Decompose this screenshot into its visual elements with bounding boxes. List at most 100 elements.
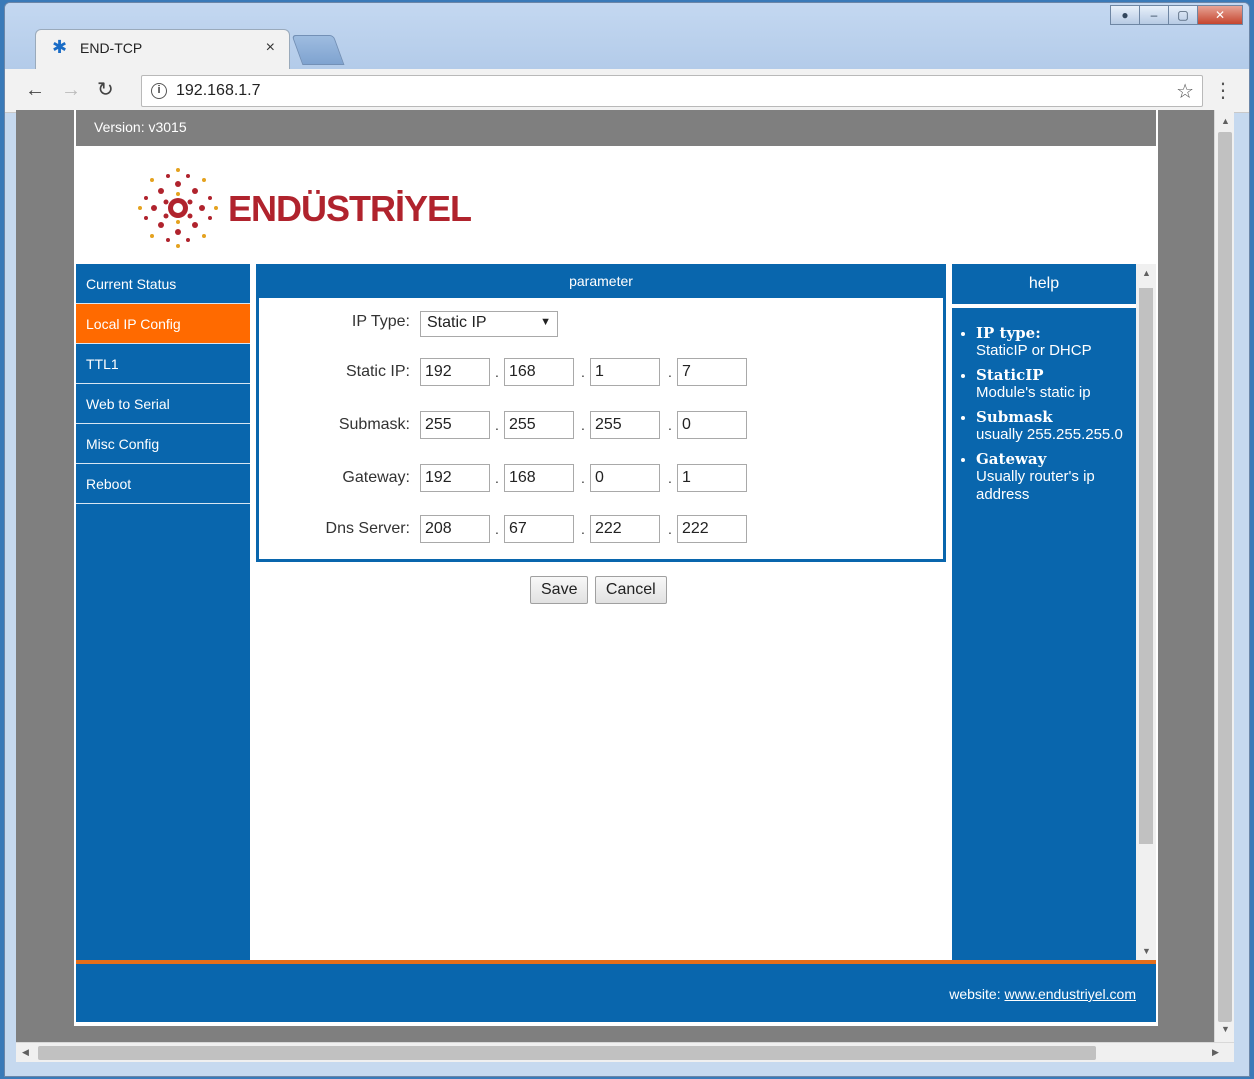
octet-separator: . (581, 470, 585, 486)
octet-separator: . (495, 417, 499, 433)
sidebar-item-web-to-serial[interactable]: Web to Serial (76, 384, 250, 424)
sidebar-item-reboot[interactable]: Reboot (76, 464, 250, 504)
help-item-static-ip: StaticIP Module's static ip (976, 366, 1128, 402)
help-item-text: StaticIP or DHCP (976, 342, 1092, 359)
submask-octet-4[interactable] (677, 411, 747, 439)
octet-separator: . (495, 470, 499, 486)
help-list: IP type: StaticIP or DHCP StaticIP Modul… (958, 324, 1128, 504)
user-profile-icon[interactable]: ● (1110, 5, 1140, 25)
reload-icon[interactable]: ↻ (97, 78, 114, 102)
submask-row: Submask: . . . (259, 411, 943, 439)
static-ip-octet-2[interactable] (504, 358, 574, 386)
browser-toolbar: ← → ↻ i 192.168.1.7 ☆ ⋮ (5, 69, 1249, 113)
sidebar-nav: Current Status Local IP Config TTL1 Web … (76, 264, 250, 960)
help-item-title: Gateway (976, 450, 1047, 468)
submask-octet-2[interactable] (504, 411, 574, 439)
gateway-octet-1[interactable] (420, 464, 490, 492)
gateway-row: Gateway: . . . (259, 464, 943, 492)
octet-separator: . (495, 364, 499, 380)
form-buttons: Save Cancel (530, 576, 669, 604)
close-tab-icon[interactable]: × (266, 39, 275, 57)
gateway-label: Gateway: (342, 469, 410, 486)
window-controls: ● – ▢ ✕ (1110, 5, 1243, 27)
ip-type-select[interactable]: Static IP ▼ (420, 311, 558, 337)
cancel-button[interactable]: Cancel (594, 576, 667, 604)
dns-octet-1[interactable] (420, 515, 490, 543)
tab-title: END-TCP (80, 40, 143, 56)
octet-separator: . (581, 364, 585, 380)
close-window-icon[interactable]: ✕ (1197, 5, 1243, 25)
person-icon: ✱ (52, 37, 68, 57)
sidebar-item-ttl1[interactable]: TTL1 (76, 344, 250, 384)
ip-type-row: IP Type: Static IP ▼ (259, 308, 943, 337)
scroll-right-icon[interactable]: ▶ (1212, 1047, 1219, 1058)
octet-separator: . (581, 417, 585, 433)
sidebar-item-local-ip-config[interactable]: Local IP Config (76, 304, 250, 344)
bookmark-star-icon[interactable]: ☆ (1176, 79, 1194, 104)
browser-tab[interactable]: ✱ END-TCP × (35, 29, 290, 69)
sidebar-item-misc-config[interactable]: Misc Config (76, 424, 250, 464)
submask-label: Submask: (338, 416, 410, 433)
help-item-text: usually 255.255.255.0 (976, 426, 1123, 443)
help-item-text: Usually router's ip address (976, 468, 1095, 503)
page-hscroll-thumb[interactable] (38, 1046, 1096, 1060)
logo-dots-icon (138, 168, 218, 248)
forward-icon[interactable]: → (61, 78, 81, 102)
scroll-down-icon[interactable]: ▼ (1142, 946, 1151, 956)
octet-separator: . (668, 521, 672, 537)
page-vertical-scrollbar[interactable]: ▲ ▼ (1214, 110, 1234, 1042)
scroll-down-icon[interactable]: ▼ (1221, 1024, 1230, 1034)
url-text: 192.168.1.7 (176, 82, 261, 99)
help-item-gateway: Gateway Usually router's ip address (976, 450, 1128, 504)
scroll-up-icon[interactable]: ▲ (1142, 268, 1151, 278)
help-scrollbar[interactable]: ▲ ▼ (1136, 264, 1156, 960)
footer-label: website: (949, 986, 1001, 1002)
save-button[interactable]: Save (530, 576, 589, 604)
static-ip-octet-1[interactable] (420, 358, 490, 386)
gateway-octet-2[interactable] (504, 464, 574, 492)
submask-octet-1[interactable] (420, 411, 490, 439)
octet-separator: . (581, 521, 585, 537)
dns-octet-3[interactable] (590, 515, 660, 543)
help-item-title: StaticIP (976, 366, 1044, 384)
dns-server-row: Dns Server: . . . (259, 515, 943, 543)
menu-icon[interactable]: ⋮ (1213, 78, 1233, 103)
dns-server-label: Dns Server: (325, 520, 410, 537)
help-item-ip-type: IP type: StaticIP or DHCP (976, 324, 1128, 360)
ip-type-value: Static IP (427, 314, 487, 331)
parameter-panel: IP Type: Static IP ▼ Static IP: . . . Su… (256, 298, 946, 562)
minimize-icon[interactable]: – (1139, 5, 1169, 25)
scroll-left-icon[interactable]: ◀ (22, 1047, 29, 1058)
page-horizontal-scrollbar[interactable]: ◀ ▶ (16, 1042, 1234, 1062)
octet-separator: . (668, 470, 672, 486)
new-tab-button[interactable] (291, 35, 345, 65)
page-viewport: Version: v3015 ENDÜSTRİYEL Current Statu… (16, 110, 1230, 1042)
octet-separator: . (668, 364, 672, 380)
title-bar: ✱ END-TCP × ● – ▢ ✕ (5, 3, 1249, 69)
scroll-up-icon[interactable]: ▲ (1221, 116, 1230, 126)
footer: website: www.endustriyel.com (76, 964, 1156, 1022)
dns-octet-4[interactable] (677, 515, 747, 543)
sidebar-item-current-status[interactable]: Current Status (76, 264, 250, 304)
maximize-icon[interactable]: ▢ (1168, 5, 1198, 25)
info-icon[interactable]: i (151, 83, 167, 99)
static-ip-octet-3[interactable] (590, 358, 660, 386)
company-logo: ENDÜSTRİYEL (138, 166, 478, 250)
back-icon[interactable]: ← (25, 78, 45, 102)
octet-separator: . (668, 417, 672, 433)
address-bar[interactable]: i 192.168.1.7 ☆ (141, 75, 1203, 107)
octet-separator: . (495, 521, 499, 537)
static-ip-label: Static IP: (345, 363, 410, 380)
dns-octet-2[interactable] (504, 515, 574, 543)
static-ip-octet-4[interactable] (677, 358, 747, 386)
gateway-octet-3[interactable] (590, 464, 660, 492)
page-scroll-thumb[interactable] (1218, 132, 1232, 1022)
submask-octet-3[interactable] (590, 411, 660, 439)
dropdown-caret-icon: ▼ (540, 316, 551, 328)
gateway-octet-4[interactable] (677, 464, 747, 492)
website-link[interactable]: www.endustriyel.com (1005, 986, 1137, 1002)
version-bar: Version: v3015 (76, 110, 1156, 146)
logo-text: ENDÜSTRİYEL (228, 188, 472, 229)
help-scroll-thumb[interactable] (1139, 288, 1153, 844)
help-item-text: Module's static ip (976, 384, 1091, 401)
